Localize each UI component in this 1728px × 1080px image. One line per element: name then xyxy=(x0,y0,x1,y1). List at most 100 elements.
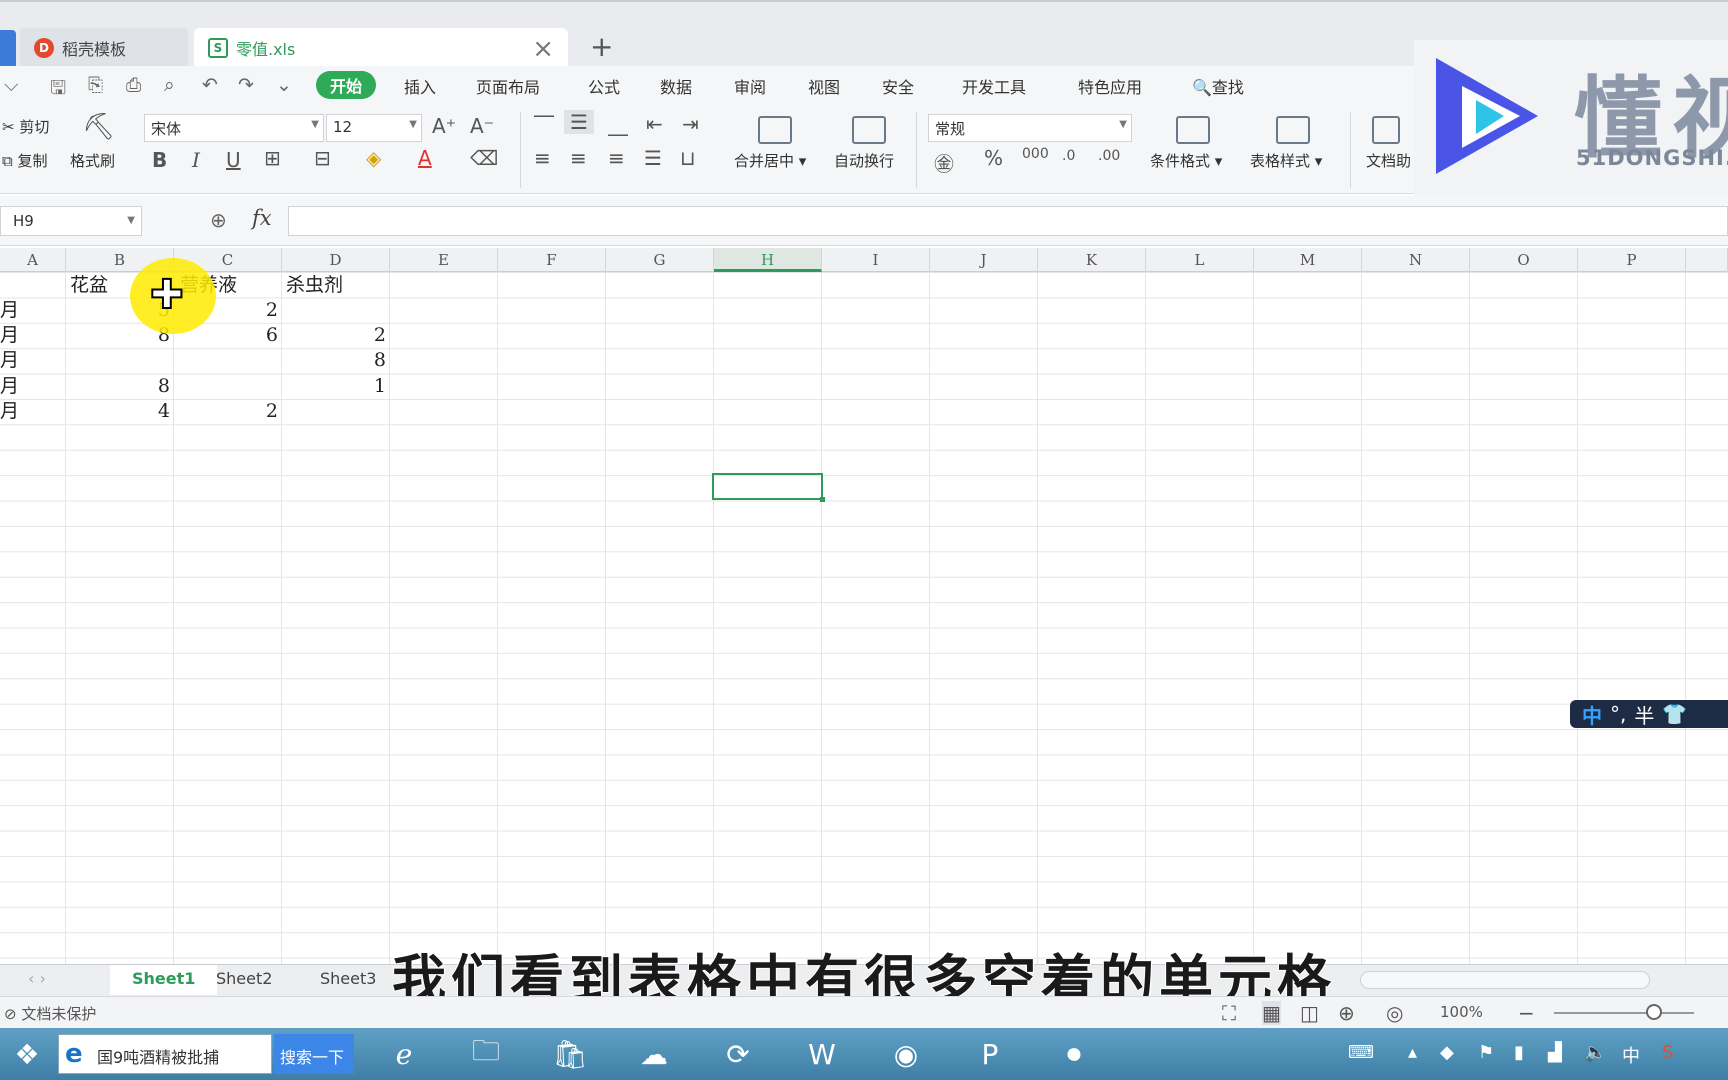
print-preview-icon[interactable]: ⌕ xyxy=(164,74,175,96)
cell-d2[interactable] xyxy=(282,298,386,323)
align-top-icon[interactable]: ⎺ xyxy=(534,112,554,136)
selected-cell-h9[interactable] xyxy=(712,473,825,502)
green-browser-icon[interactable]: ⟳ xyxy=(708,1032,768,1076)
page-break-view-icon[interactable]: ◫ xyxy=(1300,1001,1319,1025)
distribute-icon[interactable]: ⊔ xyxy=(680,146,696,170)
taskbar-search-box[interactable]: e 国9吨酒精被批捕 xyxy=(58,1034,272,1074)
cell-b1[interactable]: 花盆 xyxy=(70,273,108,298)
wrap-text-icon[interactable] xyxy=(852,116,886,144)
worksheet-grid[interactable]: 花盆 营养液 杀虫剂 月 5 2 月 8 6 2 月 8 月 8 1 月 4 2 xyxy=(0,272,1728,964)
tray-app-icon[interactable]: ◆ xyxy=(1440,1042,1454,1063)
dropdown-chevron-icon[interactable]: ⌵ xyxy=(4,74,18,96)
cell-b4[interactable] xyxy=(66,348,170,373)
format-painter-icon[interactable]: ⛏ xyxy=(82,112,115,142)
zoom-out-icon[interactable]: − xyxy=(1518,1001,1535,1025)
cell-b6[interactable]: 4 xyxy=(66,399,170,424)
table-style-icon[interactable] xyxy=(1276,116,1310,144)
tab-file-zero-value[interactable]: S 零值.xls × xyxy=(194,28,568,68)
copy-button[interactable]: ⧉ 复制 xyxy=(2,150,48,171)
column-header-d[interactable]: D xyxy=(282,248,390,272)
column-header-i[interactable]: I xyxy=(822,248,930,272)
new-tab-plus-icon[interactable]: + xyxy=(590,30,613,63)
increase-decimal-icon[interactable]: .0 xyxy=(1062,148,1075,164)
tray-ime[interactable]: 中 xyxy=(1622,1042,1640,1068)
format-painter-button[interactable]: 格式刷 xyxy=(70,150,115,171)
column-header-m[interactable]: M xyxy=(1254,248,1362,272)
menu-data[interactable]: 数据 xyxy=(660,74,692,98)
redo-icon[interactable]: ↷ xyxy=(238,74,254,96)
tab-docer-templates[interactable]: D 稻壳模板 xyxy=(20,28,188,68)
wrap-text-button[interactable]: 自动换行 xyxy=(834,150,894,171)
cell-b5[interactable]: 8 xyxy=(66,374,170,399)
taskbar-search-button[interactable]: 搜索一下 xyxy=(274,1034,354,1074)
volume-icon[interactable]: 🔈 xyxy=(1584,1042,1606,1063)
cell-a2[interactable]: 月 xyxy=(0,298,19,323)
cell-d4[interactable]: 8 xyxy=(282,348,386,373)
number-format-select[interactable]: 常规 ▼ xyxy=(928,114,1132,142)
zoom-slider-knob[interactable] xyxy=(1646,1004,1662,1020)
cloud-app-icon[interactable]: ☁ xyxy=(624,1032,684,1076)
merge-center-icon[interactable] xyxy=(758,116,792,144)
column-header-l[interactable]: L xyxy=(1146,248,1254,272)
clear-format-icon[interactable]: ⌫ xyxy=(470,146,498,170)
chrome-icon[interactable]: ◉ xyxy=(876,1032,936,1076)
justify-icon[interactable]: ☰ xyxy=(644,146,662,170)
borders-icon[interactable]: ⊞ xyxy=(264,146,281,170)
start-button-icon[interactable]: ❖ xyxy=(0,1032,54,1076)
zoom-lookup-icon[interactable]: ⊕ xyxy=(210,208,227,232)
decrease-indent-icon[interactable]: ⇤ xyxy=(646,112,663,136)
wps-writer-icon[interactable]: W xyxy=(792,1032,852,1076)
conditional-format-icon[interactable] xyxy=(1176,116,1210,144)
menu-special[interactable]: 特色应用 xyxy=(1078,74,1142,98)
font-name-select[interactable]: 宋体 ▼ xyxy=(144,114,324,142)
conditional-format-button[interactable]: 条件格式 ▾ xyxy=(1150,150,1222,171)
align-middle-icon[interactable]: ☰ xyxy=(564,110,594,134)
insert-function-icon[interactable]: fx xyxy=(252,206,272,230)
fullscreen-icon[interactable]: ⛶ xyxy=(1222,1001,1236,1025)
screen-record-icon[interactable]: ⏺ xyxy=(1044,1032,1104,1076)
sogou-icon[interactable]: S xyxy=(1662,1042,1673,1063)
network-icon[interactable]: ▟ xyxy=(1548,1042,1562,1063)
formula-input[interactable] xyxy=(288,206,1728,236)
font-size-select[interactable]: 12 ▼ xyxy=(326,114,422,142)
menu-developer[interactable]: 开发工具 xyxy=(962,74,1026,98)
store-icon[interactable]: 🛍 xyxy=(540,1032,600,1076)
font-color-icon[interactable]: A xyxy=(418,146,432,170)
increase-font-icon[interactable]: A⁺ xyxy=(432,114,456,138)
file-explorer-icon[interactable]: 🗀 xyxy=(456,1032,516,1076)
decrease-decimal-icon[interactable]: .00 xyxy=(1098,148,1120,164)
underline-icon[interactable]: U xyxy=(226,148,241,172)
cell-d6[interactable] xyxy=(282,399,386,424)
menu-view[interactable]: 视图 xyxy=(808,74,840,98)
zoom-level[interactable]: 100% xyxy=(1440,1003,1483,1021)
column-header-a[interactable]: A xyxy=(0,248,66,272)
ie-browser-icon[interactable]: ℯ xyxy=(374,1032,434,1076)
column-header-h[interactable]: H xyxy=(714,248,822,272)
undo-icon[interactable]: ↶ xyxy=(202,74,218,96)
align-center-icon[interactable]: ≡ xyxy=(570,146,587,170)
menu-home[interactable]: 开始 xyxy=(316,71,377,99)
cell-a4[interactable]: 月 xyxy=(0,348,19,373)
menu-security[interactable]: 安全 xyxy=(882,74,914,98)
cell-d3[interactable]: 2 xyxy=(282,323,386,348)
column-header-n[interactable]: N xyxy=(1362,248,1470,272)
doc-helper-icon[interactable] xyxy=(1372,116,1400,144)
cut-button[interactable]: ✂ 剪切 xyxy=(2,116,49,137)
cell-c6[interactable]: 2 xyxy=(174,399,278,424)
cell-c5[interactable] xyxy=(174,374,278,399)
reading-mode-icon[interactable]: ⊕ xyxy=(1338,1001,1355,1025)
tray-expand-icon[interactable]: ▴ xyxy=(1408,1042,1417,1063)
align-right-icon[interactable]: ≡ xyxy=(608,146,625,170)
cell-d1[interactable]: 杀虫剂 xyxy=(286,273,343,298)
eye-protect-icon[interactable]: ◎ xyxy=(1386,1001,1403,1025)
menu-insert[interactable]: 插入 xyxy=(404,74,436,98)
customize-qa-icon[interactable]: ⌄ xyxy=(276,74,292,96)
pdf-app-icon[interactable]: P xyxy=(960,1032,1020,1076)
cell-d5[interactable]: 1 xyxy=(282,374,386,399)
cell-a6[interactable]: 月 xyxy=(0,399,19,424)
menu-review[interactable]: 审阅 xyxy=(734,74,766,98)
thousands-icon[interactable]: 000 xyxy=(1022,146,1049,162)
cell-c4[interactable] xyxy=(174,348,278,373)
battery-icon[interactable]: ▮ xyxy=(1514,1042,1524,1063)
bold-icon[interactable]: B xyxy=(152,148,167,172)
